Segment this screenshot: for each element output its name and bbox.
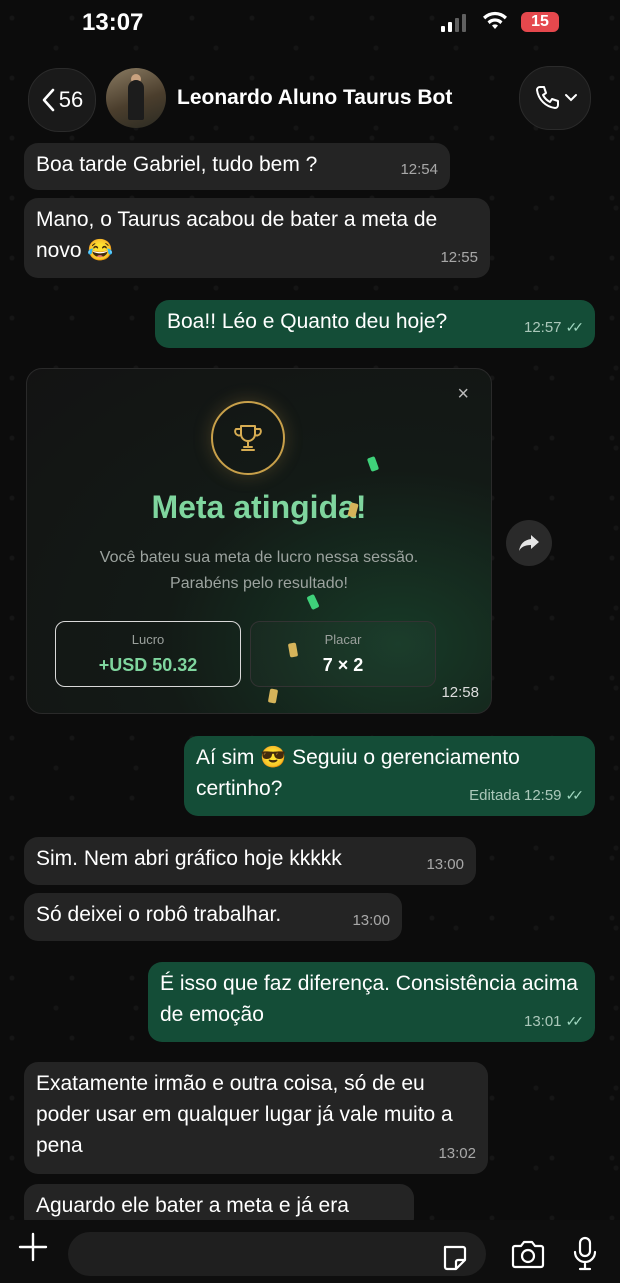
message-time: 13:01 bbox=[523, 1013, 562, 1030]
card-title: Meta atingida! bbox=[151, 489, 367, 525]
double-check-icon: ✓✓ bbox=[565, 1013, 585, 1029]
message-text: Sim. Nem abri gráfico hoje kkkkk bbox=[36, 847, 342, 870]
unread-count: 56 bbox=[58, 87, 84, 112]
plus-icon[interactable] bbox=[16, 1230, 50, 1264]
message-time: 13:02 bbox=[438, 1145, 476, 1162]
signal-icon bbox=[441, 14, 466, 32]
message-text: Aguardo ele bater a meta e já era bbox=[36, 1194, 349, 1217]
message-outgoing[interactable]: Boa!! Léo e Quanto deu hoje? 12:57 ✓✓ bbox=[155, 300, 595, 348]
message-text: É isso que faz diferença. Consistência a… bbox=[160, 972, 578, 1026]
message-incoming[interactable]: Exatamente irmão e outra coisa, só de eu… bbox=[24, 1062, 488, 1174]
camera-icon[interactable] bbox=[510, 1240, 546, 1270]
message-time: 12:58 bbox=[441, 684, 479, 701]
message-text: Só deixei o robô trabalhar. bbox=[36, 903, 282, 926]
stat-label: Placar bbox=[324, 632, 362, 647]
message-time: 12:59 bbox=[523, 787, 562, 804]
back-chevron-icon bbox=[42, 88, 55, 112]
message-text: Boa!! Léo e Quanto deu hoje? bbox=[167, 310, 448, 333]
message-text: Boa tarde Gabriel, tudo bem ? bbox=[36, 153, 318, 176]
trophy-icon bbox=[211, 401, 285, 475]
close-icon: × bbox=[457, 383, 469, 405]
stat-value: 7 × 2 bbox=[322, 655, 364, 675]
score-stat: Placar 7 × 2 bbox=[250, 621, 436, 687]
status-bar: 13:07 15 bbox=[0, 0, 620, 50]
mic-icon[interactable] bbox=[572, 1236, 598, 1272]
image-message-card[interactable]: × Meta atingida! Você bateu sua meta de … bbox=[26, 368, 492, 714]
message-incoming[interactable]: Só deixei o robô trabalhar. 13:00 bbox=[24, 893, 402, 941]
forward-icon bbox=[519, 535, 539, 551]
sticker-icon[interactable] bbox=[440, 1244, 468, 1272]
message-time: 13:00 bbox=[352, 912, 390, 929]
edited-label: Editada bbox=[469, 787, 520, 804]
message-outgoing[interactable]: É isso que faz diferença. Consistência a… bbox=[148, 962, 595, 1042]
confetti bbox=[267, 688, 279, 704]
message-incoming[interactable]: Mano, o Taurus acabou de bater a meta de… bbox=[24, 198, 490, 278]
forward-button[interactable] bbox=[506, 520, 552, 566]
card-subtitle: Você bateu sua meta de lucro nessa sessã… bbox=[99, 549, 419, 592]
message-incoming[interactable]: Boa tarde Gabriel, tudo bem ? 12:54 bbox=[24, 143, 450, 190]
chevron-down-icon bbox=[565, 94, 577, 102]
avatar[interactable] bbox=[106, 68, 166, 128]
message-outgoing[interactable]: Aí sim 😎 Seguiu o gerenciamento certinho… bbox=[184, 736, 595, 816]
message-time: 12:55 bbox=[440, 249, 478, 266]
call-button[interactable] bbox=[519, 66, 591, 130]
message-time: 13:00 bbox=[426, 856, 464, 873]
status-time: 13:07 bbox=[82, 9, 144, 36]
message-text: Exatamente irmão e outra coisa, só de eu… bbox=[36, 1072, 453, 1157]
back-button[interactable]: 56 bbox=[28, 68, 96, 132]
wifi-icon bbox=[483, 11, 507, 29]
message-text: Mano, o Taurus acabou de bater a meta de… bbox=[36, 208, 438, 262]
message-time: 12:54 bbox=[400, 161, 438, 178]
stat-value: +USD 50.32 bbox=[98, 655, 198, 675]
battery-indicator: 15 bbox=[521, 12, 559, 32]
double-check-icon: ✓✓ bbox=[565, 787, 585, 803]
double-check-icon: ✓✓ bbox=[565, 319, 585, 335]
message-time: 12:57 bbox=[523, 319, 562, 336]
chat-header: 56 Leonardo Aluno Taurus Bot bbox=[0, 64, 620, 134]
message-incoming[interactable]: Sim. Nem abri gráfico hoje kkkkk 13:00 bbox=[24, 837, 476, 885]
composer-bar bbox=[0, 1220, 620, 1283]
profit-stat: Lucro +USD 50.32 bbox=[55, 621, 241, 687]
phone-icon bbox=[536, 86, 559, 109]
confetti bbox=[366, 456, 380, 472]
message-input[interactable] bbox=[68, 1232, 486, 1276]
stat-label: Lucro bbox=[131, 632, 165, 647]
contact-name[interactable]: Leonardo Aluno Taurus Bot bbox=[177, 86, 452, 110]
